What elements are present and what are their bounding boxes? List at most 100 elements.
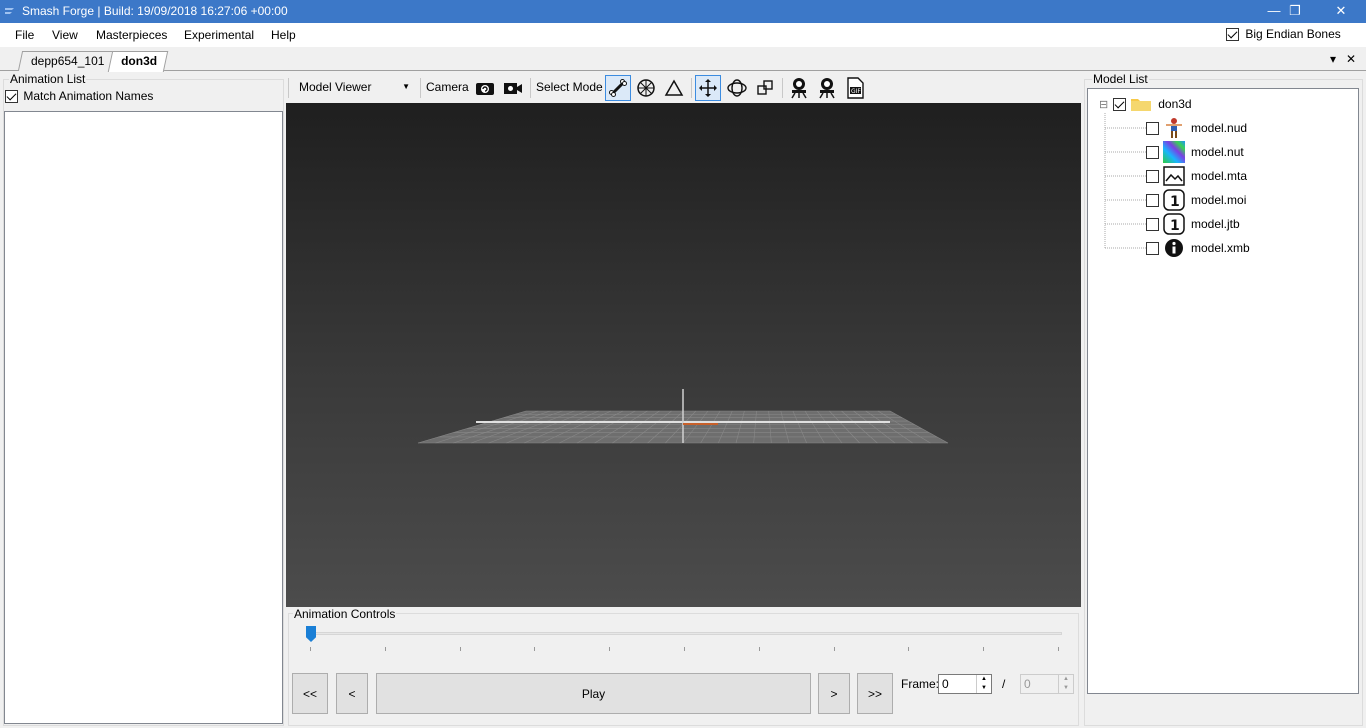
tree-node-checkbox[interactable]	[1146, 169, 1159, 183]
tree-node-file[interactable]: model.mta	[1146, 165, 1247, 187]
app-icon	[5, 8, 14, 14]
slider-tick	[983, 647, 985, 651]
tree-node-file[interactable]: model.nud	[1146, 117, 1247, 139]
viewport-toolbar: Model Viewer ▼ Camera Select Mode GIF	[286, 72, 1081, 102]
slider-thumb[interactable]	[306, 626, 316, 642]
toolbar-separator	[782, 78, 783, 98]
triangle-icon	[664, 79, 684, 96]
number-one-icon: 1	[1163, 213, 1185, 235]
translate-tool-button[interactable]	[695, 75, 721, 101]
slider-tick	[384, 647, 386, 651]
projector-icon	[819, 78, 835, 99]
tree-node-label: don3d	[1158, 97, 1192, 111]
tab-don3d[interactable]: don3d	[107, 51, 169, 72]
mesh-icon	[637, 79, 655, 97]
next-frame-button[interactable]: >	[818, 673, 850, 714]
animation-controls-label: Animation Controls	[293, 607, 397, 621]
render-image-button[interactable]	[786, 75, 812, 101]
camera-reset-icon	[476, 83, 494, 95]
model-tree[interactable]: ⊟ don3d model.nud model.nut model.mta 1 mode…	[1087, 88, 1359, 694]
chevron-down-icon: ▼	[402, 82, 410, 91]
tree-node-checkbox[interactable]	[1146, 241, 1159, 255]
tab-close-icon[interactable]: ✕	[1346, 52, 1356, 66]
video-camera-icon	[504, 83, 522, 94]
slider-tick	[758, 647, 760, 651]
slider-tick	[459, 647, 461, 651]
last-frame-button[interactable]: >>	[857, 673, 893, 714]
big-endian-label: Big Endian Bones	[1245, 27, 1341, 41]
collapse-icon[interactable]: ⊟	[1099, 98, 1108, 111]
tab-label: depp654_101	[31, 54, 105, 68]
slider-tick	[534, 647, 536, 651]
match-animation-names-toggle[interactable]: Match Animation Names	[5, 89, 153, 104]
frame-spinner[interactable]: 0 ▲ ▼	[938, 674, 992, 694]
select-bones-button[interactable]	[605, 75, 631, 101]
camera-settings-button[interactable]	[500, 75, 526, 101]
number-one-icon: 1	[1163, 189, 1185, 211]
svg-text:1: 1	[1170, 218, 1180, 234]
tree-node-label: model.nut	[1191, 145, 1244, 159]
menu-help[interactable]: Help	[271, 28, 296, 42]
scale-tool-button[interactable]	[752, 75, 778, 101]
tab-depp654-101[interactable]: depp654_101	[17, 51, 116, 71]
rotate-icon	[727, 79, 747, 97]
svg-text:1: 1	[1170, 194, 1180, 210]
image-icon	[1163, 165, 1185, 187]
tree-node-checkbox[interactable]	[1146, 193, 1159, 207]
toolbar-separator	[530, 78, 531, 98]
slider-tick	[310, 647, 311, 651]
tree-node-label: model.xmb	[1191, 241, 1250, 255]
rotate-tool-button[interactable]	[724, 75, 750, 101]
slider-tick	[684, 647, 685, 651]
tree-node-file[interactable]: model.nut	[1146, 141, 1244, 163]
menu-view[interactable]: View	[52, 28, 78, 42]
animation-listbox[interactable]	[4, 111, 283, 724]
close-window-button[interactable]: ✕	[1318, 0, 1364, 23]
tab-list-dropdown-icon[interactable]: ▾	[1330, 52, 1336, 66]
tree-node-root[interactable]: ⊟ don3d	[1099, 93, 1192, 115]
slider-tick	[908, 647, 910, 651]
tree-node-label: model.mta	[1191, 169, 1248, 183]
slider-tick	[609, 647, 611, 651]
scale-icon	[757, 80, 773, 95]
big-endian-toggle[interactable]: Big Endian Bones	[1226, 27, 1341, 42]
tab-label: don3d	[121, 54, 158, 68]
frame-separator: /	[1002, 677, 1006, 691]
big-endian-checkbox[interactable]	[1226, 28, 1239, 42]
slider-track	[306, 632, 1062, 635]
select-polygon-button[interactable]	[661, 75, 687, 101]
previous-frame-button[interactable]: <	[336, 673, 368, 714]
tree-node-file[interactable]: model.xmb	[1146, 237, 1250, 259]
spinner-arrows-icon: ▲ ▼	[1058, 675, 1073, 693]
floor-grid	[417, 389, 949, 444]
character-icon	[1163, 117, 1185, 139]
match-animation-names-checkbox[interactable]	[5, 90, 18, 104]
animation-controls-panel: Animation Controls << < Play > >> Frame:…	[286, 607, 1081, 728]
tree-node-checkbox[interactable]	[1146, 217, 1159, 231]
export-gif-button[interactable]: GIF	[842, 75, 868, 101]
folder-icon	[1130, 93, 1152, 115]
frame-value: 0	[942, 677, 949, 691]
tree-node-file[interactable]: 1 model.jtb	[1146, 213, 1240, 235]
first-frame-button[interactable]: <<	[292, 673, 328, 714]
model-list-label: Model List	[1092, 72, 1149, 86]
menu-experimental[interactable]: Experimental	[184, 28, 254, 42]
restore-button[interactable]: ❐	[1272, 0, 1318, 23]
tree-node-checkbox[interactable]	[1113, 97, 1127, 111]
3d-viewport[interactable]	[286, 103, 1081, 607]
reset-camera-button[interactable]	[472, 75, 498, 101]
tree-node-checkbox[interactable]	[1146, 121, 1159, 135]
animation-list-label: Animation List	[9, 72, 87, 86]
render-sequence-button[interactable]	[814, 75, 840, 101]
frame-slider[interactable]	[306, 625, 1062, 653]
menu-masterpieces[interactable]: Masterpieces	[96, 28, 167, 42]
tree-node-checkbox[interactable]	[1146, 145, 1159, 159]
info-icon	[1163, 237, 1185, 259]
select-mesh-button[interactable]	[633, 75, 659, 101]
spinner-arrows-icon[interactable]: ▲ ▼	[976, 675, 991, 693]
menu-file[interactable]: File	[15, 28, 34, 42]
play-button[interactable]: Play	[376, 673, 811, 714]
tree-node-file[interactable]: 1 model.moi	[1146, 189, 1246, 211]
bone-icon	[609, 79, 627, 97]
view-mode-select[interactable]: Model Viewer ▼	[294, 76, 416, 98]
